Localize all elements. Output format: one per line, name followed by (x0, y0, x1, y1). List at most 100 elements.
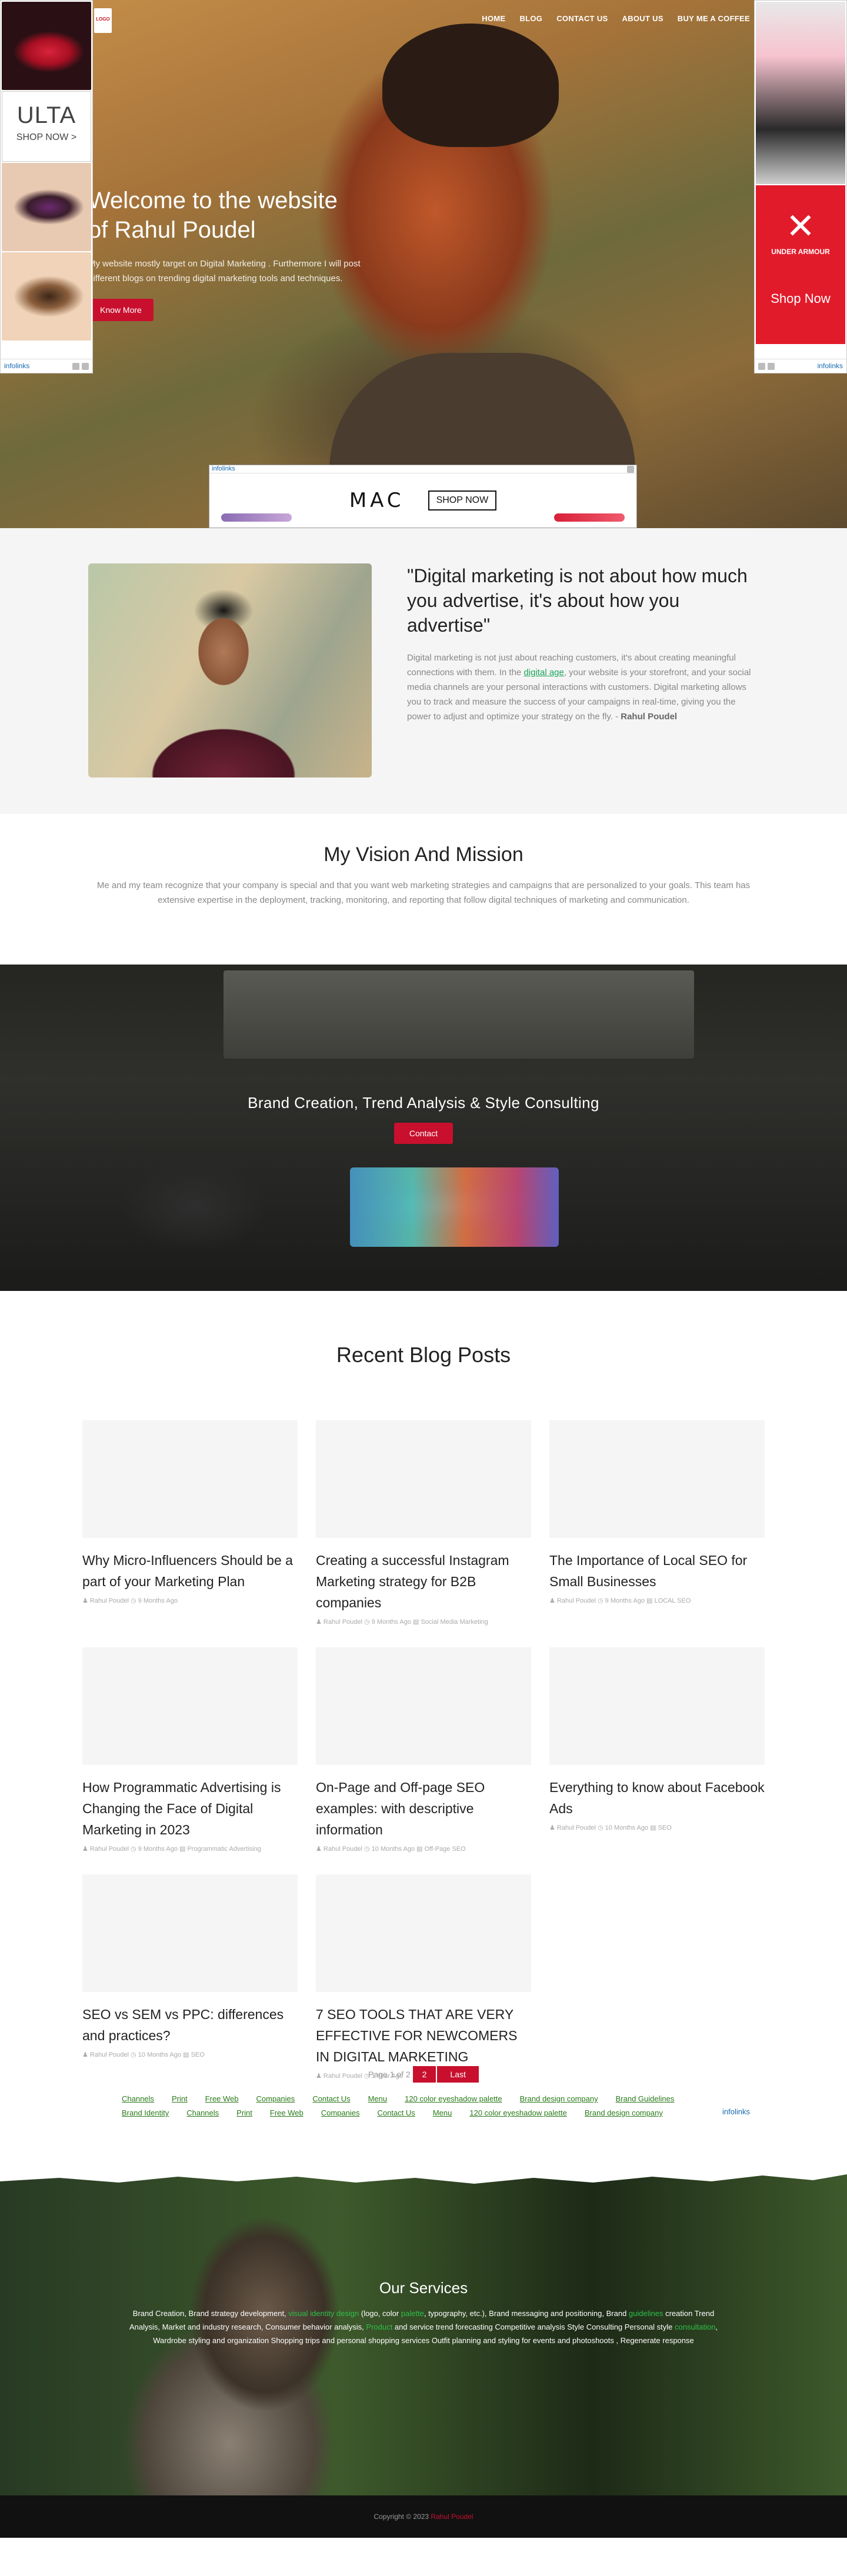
runner-ad-image (756, 2, 845, 184)
blog-thumbnail[interactable] (316, 1647, 531, 1765)
ad-close-icon[interactable] (82, 362, 89, 370)
digital-age-link[interactable]: digital age (523, 668, 563, 678)
blog-thumbnail[interactable] (82, 1647, 298, 1765)
blog-thumbnail[interactable] (549, 1420, 765, 1538)
ad-link[interactable]: Brand design company (585, 2106, 663, 2120)
nav-buy-me-a-coffee[interactable]: BUY ME A COFFEE (678, 14, 750, 23)
blog-card[interactable]: 7 SEO TOOLS THAT ARE VERY EFFECTIVE FOR … (316, 1874, 531, 2080)
ad-link[interactable]: Print (172, 2092, 188, 2106)
ad-link[interactable]: Menu (433, 2106, 452, 2120)
services-text: Brand Creation, Brand strategy developme… (118, 2307, 729, 2347)
footer-author-link[interactable]: Rahul Poudel (431, 2512, 473, 2521)
ad-link[interactable]: Channels (186, 2106, 219, 2120)
under-armour-logo-icon: ✕ (785, 206, 816, 246)
ad-link[interactable]: Menu (368, 2092, 388, 2106)
blog-title[interactable]: Why Micro-Influencers Should be a part o… (82, 1550, 298, 1592)
blog-card[interactable]: Creating a successful Instagram Marketin… (316, 1420, 531, 1626)
site-footer: Copyright © 2023 Rahul Poudel (0, 2495, 847, 2538)
blog-meta: ♟ Rahul Poudel ◷ 9 Months Ago (82, 1597, 178, 1604)
left-side-ad[interactable]: ULTA SHOP NOW > infolinks (0, 0, 93, 373)
ad-link[interactable]: Companies (321, 2106, 360, 2120)
services-link[interactable]: Product (366, 2323, 392, 2331)
services-content: Our Services Brand Creation, Brand strat… (118, 2279, 729, 2347)
contact-button[interactable]: Contact (394, 1123, 453, 1144)
blog-card[interactable]: The Importance of Local SEO for Small Bu… (549, 1420, 765, 1604)
ad-controls (72, 362, 89, 371)
blog-title[interactable]: On-Page and Off-page SEO examples: with … (316, 1777, 531, 1840)
mac-shop-now-button[interactable]: SHOP NOW (428, 490, 497, 510)
blog-title[interactable]: How Programmatic Advertising is Changing… (82, 1777, 298, 1840)
ad-close-icon[interactable] (627, 466, 634, 473)
under-armour-ad[interactable]: ✕ UNDER ARMOUR Shop Now (756, 185, 845, 344)
nav-about-us[interactable]: ABOUT US (622, 14, 663, 23)
services-link[interactable]: consultation (675, 2323, 715, 2331)
brand-consulting-section: Brand Creation, Trend Analysis & Style C… (0, 965, 847, 1291)
blog-title[interactable]: SEO vs SEM vs PPC: differences and pract… (82, 2004, 298, 2046)
blog-meta: ♟ Rahul Poudel ◷ 10 Months Ago ▤ SEO (549, 1824, 672, 1831)
blog-title[interactable]: The Importance of Local SEO for Small Bu… (549, 1550, 765, 1592)
ad-info-icon[interactable] (758, 362, 765, 370)
right-side-ad[interactable]: ✕ UNDER ARMOUR Shop Now infolinks (754, 0, 847, 373)
ulta-ad-box[interactable]: ULTA SHOP NOW > (2, 91, 91, 162)
blog-thumbnail[interactable] (316, 1420, 531, 1538)
ad-link[interactable]: Brand Guidelines (616, 2092, 675, 2106)
bottom-banner-ad[interactable]: infolinks MAC SHOP NOW (209, 465, 637, 528)
ad-link[interactable]: 120 color eyeshadow palette (405, 2092, 502, 2106)
blog-thumbnail[interactable] (549, 1647, 765, 1765)
blog-title[interactable]: Everything to know about Facebook Ads (549, 1777, 765, 1819)
ad-controls (758, 362, 775, 371)
bottom-ad-label[interactable]: infolinks (209, 465, 636, 473)
under-armour-shop-now[interactable]: Shop Now (771, 291, 831, 306)
mac-ad-content[interactable]: MAC SHOP NOW (209, 473, 636, 528)
vision-title: My Vision And Mission (324, 843, 523, 866)
ad-link[interactable]: 120 color eyeshadow palette (469, 2106, 567, 2120)
infolinks-label[interactable]: infolinks (4, 362, 29, 371)
know-more-button[interactable]: Know More (88, 299, 154, 321)
blog-title[interactable]: Creating a successful Instagram Marketin… (316, 1550, 531, 1613)
infolinks-label[interactable]: infolinks (722, 2107, 750, 2116)
blog-meta: ♟ Rahul Poudel ◷ 9 Months Ago ▤ LOCAL SE… (549, 1597, 691, 1604)
nav-blog[interactable]: BLOG (519, 14, 542, 23)
ad-info-icon[interactable] (72, 362, 79, 370)
nav-contact-us[interactable]: CONTACT US (556, 14, 608, 23)
ad-link[interactable]: Companies (256, 2092, 295, 2106)
blog-meta: ♟ Rahul Poudel ◷ 1 Year Ago (316, 2073, 403, 2080)
services-link[interactable]: palette (401, 2309, 424, 2318)
ad-link[interactable]: Contact Us (378, 2106, 415, 2120)
blog-card[interactable]: SEO vs SEM vs PPC: differences and pract… (82, 1874, 298, 2058)
blog-grid: Why Micro-Influencers Should be a part o… (82, 1367, 765, 2080)
blog-meta: ♟ Rahul Poudel ◷ 9 Months Ago ▤ Programm… (82, 1846, 261, 1853)
red-lipstick-image (554, 513, 625, 522)
eyeshadow-ad-image (2, 163, 91, 251)
ad-link[interactable]: Print (236, 2106, 252, 2120)
ulta-shop-now[interactable]: SHOP NOW > (2, 132, 91, 143)
blog-title[interactable]: 7 SEO TOOLS THAT ARE VERY EFFECTIVE FOR … (316, 2004, 531, 2067)
ad-link[interactable]: Free Web (205, 2092, 239, 2106)
blog-card[interactable]: On-Page and Off-page SEO examples: with … (316, 1647, 531, 1853)
services-link[interactable]: guidelines (629, 2309, 663, 2318)
services-text-part: (logo, color (359, 2309, 401, 2318)
eye-ad-image (2, 252, 91, 341)
ad-link[interactable]: Brand Identity (122, 2106, 169, 2120)
ad-link[interactable]: Contact Us (312, 2092, 350, 2106)
blog-card[interactable]: Everything to know about Facebook Ads ♟ R… (549, 1647, 765, 1831)
left-ad-footer: infolinks (1, 359, 92, 373)
site-logo[interactable]: LOGO (94, 8, 112, 33)
ad-close-icon[interactable] (768, 362, 775, 370)
infolinks-label[interactable]: infolinks (818, 362, 843, 371)
nav-home[interactable]: HOME (482, 14, 505, 23)
blog-card[interactable]: How Programmatic Advertising is Changing… (82, 1647, 298, 1853)
blog-thumbnail[interactable] (82, 1420, 298, 1538)
keyboard-image (350, 1167, 559, 1247)
ad-link[interactable]: Free Web (270, 2106, 304, 2120)
main-nav: HOME BLOG CONTACT US ABOUT US BUY ME A C… (482, 14, 750, 23)
ad-link[interactable]: Channels (122, 2092, 154, 2106)
services-link[interactable]: visual identity design (288, 2309, 359, 2318)
blog-card[interactable]: Why Micro-Influencers Should be a part o… (82, 1420, 298, 1604)
mac-brand: MAC (349, 489, 405, 512)
ad-link[interactable]: Brand design company (520, 2092, 598, 2106)
author-portrait (88, 563, 372, 778)
blog-thumbnail[interactable] (316, 1874, 531, 1992)
hero-title: Welcome to the website of Rahul Poudel (88, 186, 365, 245)
blog-thumbnail[interactable] (82, 1874, 298, 1992)
